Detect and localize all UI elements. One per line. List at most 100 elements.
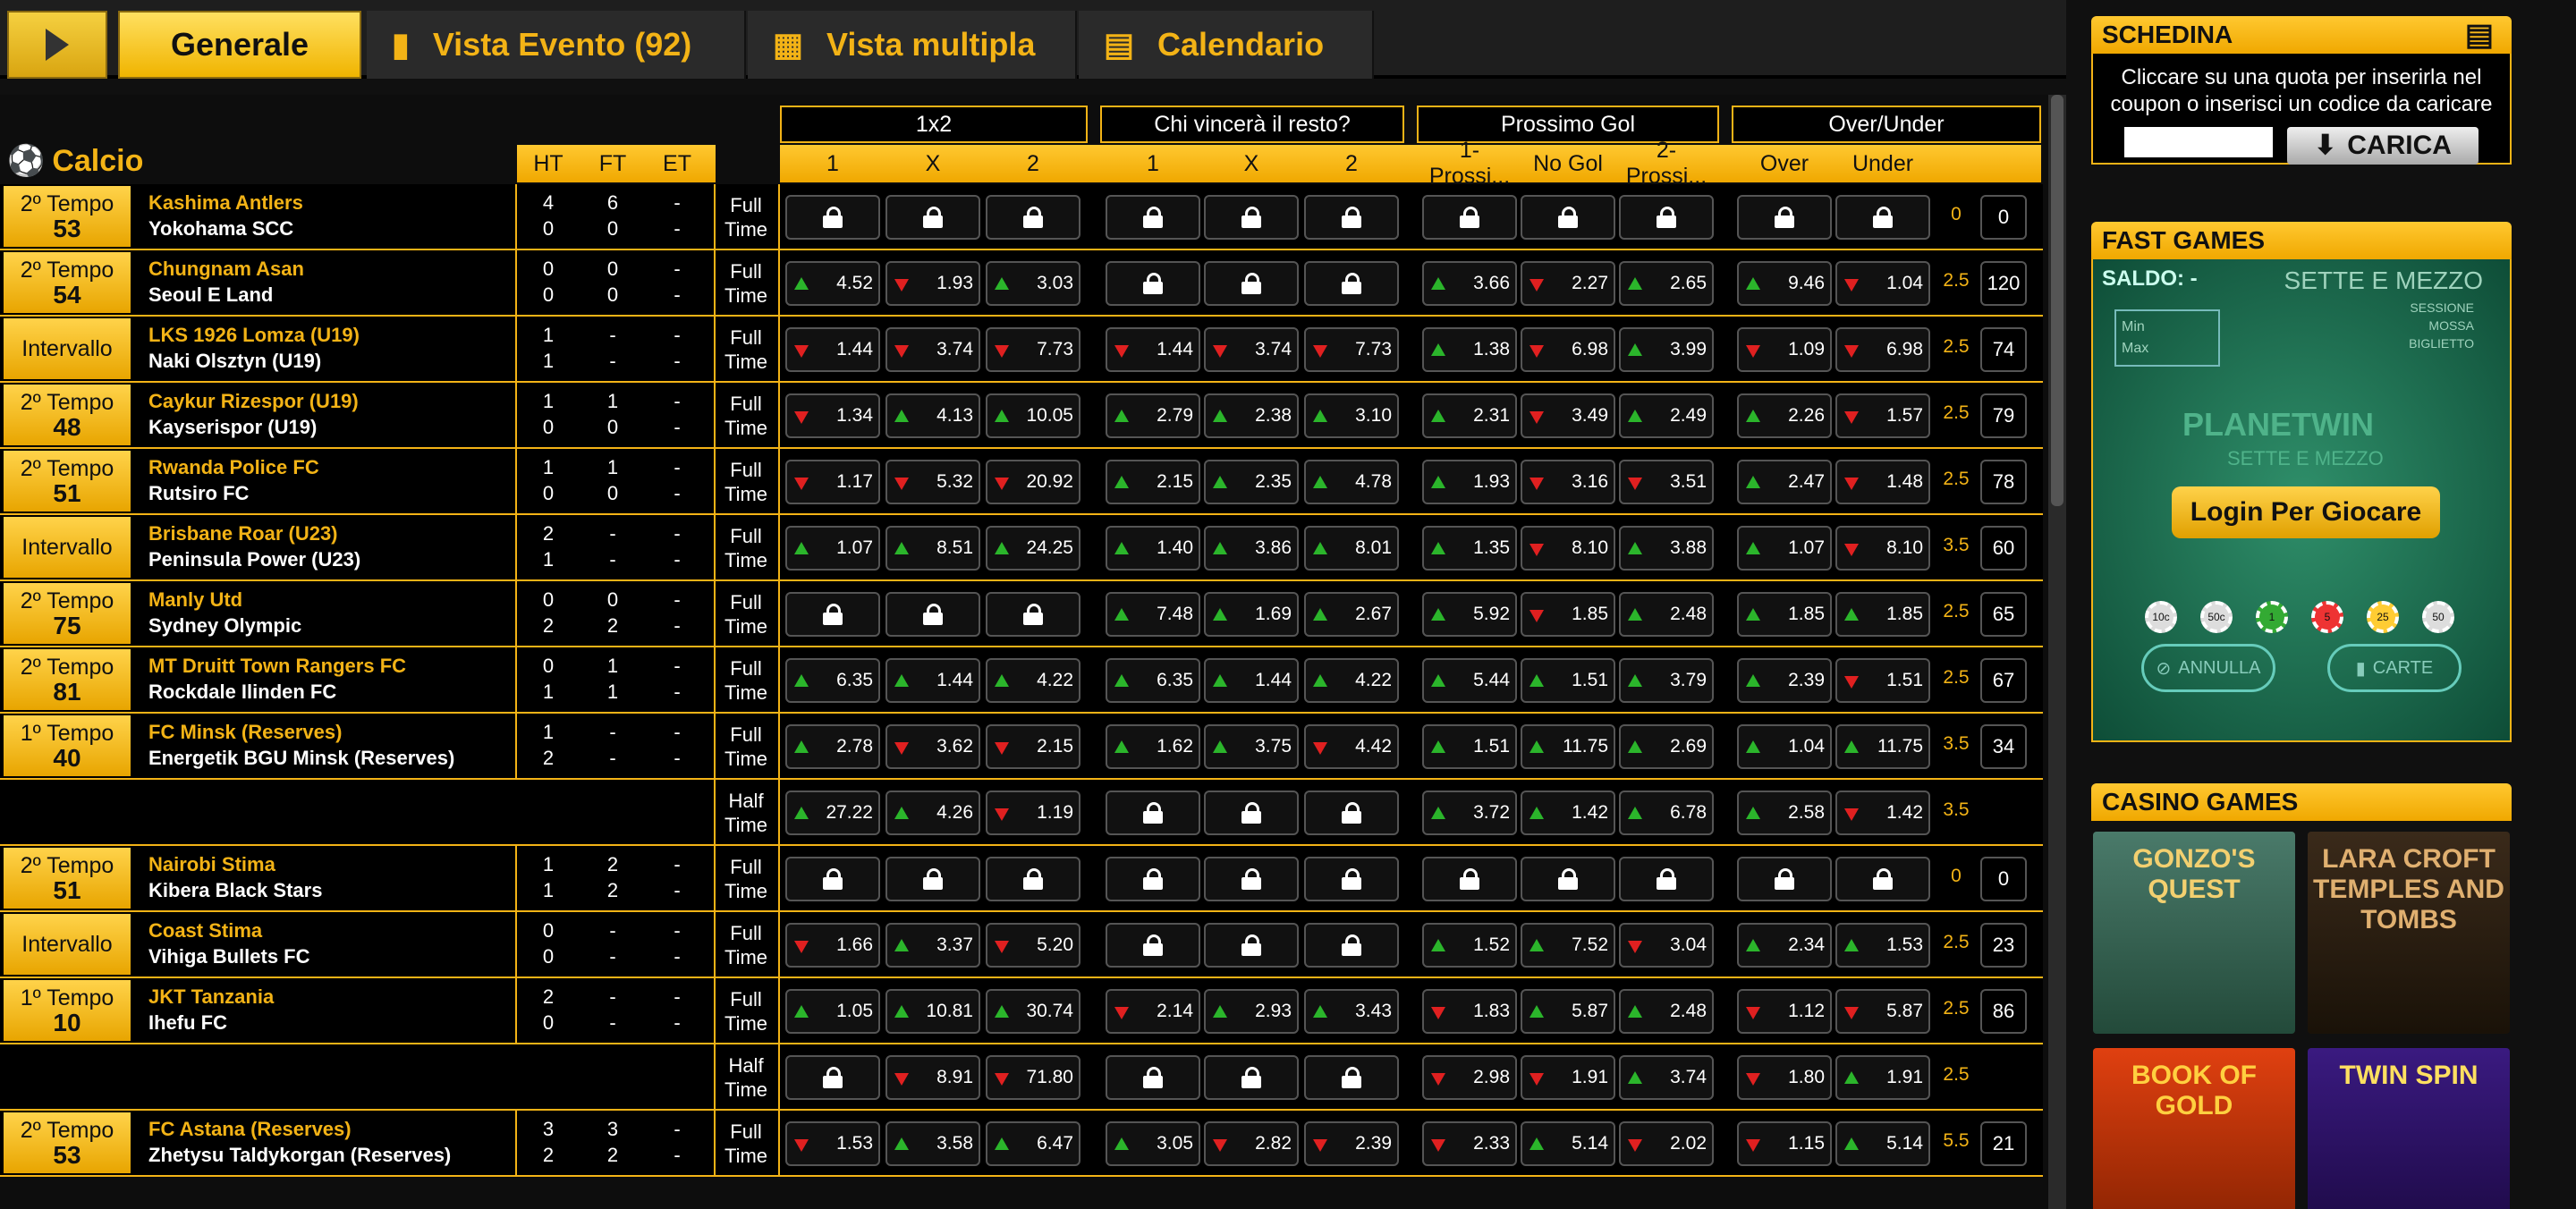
odd-button[interactable]: 11.75 bbox=[1521, 724, 1615, 769]
odd-button[interactable]: 3.72 bbox=[1422, 790, 1517, 835]
odd-button[interactable]: 1.42 bbox=[1521, 790, 1615, 835]
odd-button[interactable]: 1.69 bbox=[1204, 592, 1299, 637]
odd-button[interactable]: 2.39 bbox=[1737, 658, 1832, 703]
odd-button[interactable]: 7.48 bbox=[1106, 592, 1200, 637]
chip-4[interactable]: 25 bbox=[2367, 601, 2399, 633]
more-markets-button[interactable]: 34 bbox=[1980, 724, 2027, 769]
odd-button[interactable]: 2.15 bbox=[986, 724, 1080, 769]
odd-button[interactable]: 1.44 bbox=[785, 327, 880, 372]
odd-button[interactable]: 2.48 bbox=[1619, 989, 1714, 1034]
match-teams[interactable]: FC Astana (Reserves) Zhetysu Taldykorgan … bbox=[148, 1116, 451, 1168]
odd-button[interactable]: 2.27 bbox=[1521, 261, 1615, 306]
odd-button[interactable]: 6.35 bbox=[785, 658, 880, 703]
odd-button[interactable]: 1.85 bbox=[1835, 592, 1930, 637]
more-markets-button[interactable]: 0 bbox=[1980, 857, 2027, 901]
chip-2[interactable]: 1 bbox=[2256, 601, 2288, 633]
odd-button[interactable]: 3.04 bbox=[1619, 923, 1714, 968]
odd-button[interactable]: 8.10 bbox=[1521, 526, 1615, 571]
odd-button[interactable]: 2.15 bbox=[1106, 460, 1200, 504]
tab-vista-multipla[interactable]: ▦ Vista multipla bbox=[748, 11, 1077, 79]
more-markets-button[interactable]: 67 bbox=[1980, 658, 2027, 703]
odd-button[interactable]: 1.05 bbox=[785, 989, 880, 1034]
annulla-button[interactable]: ⊘ ANNULLA bbox=[2141, 644, 2275, 692]
odd-button[interactable]: 5.14 bbox=[1521, 1121, 1615, 1166]
odd-button[interactable]: 2.31 bbox=[1422, 393, 1517, 438]
odd-button[interactable]: 3.51 bbox=[1619, 460, 1714, 504]
chip-3[interactable]: 5 bbox=[2311, 601, 2343, 633]
odd-button[interactable]: 2.33 bbox=[1422, 1121, 1517, 1166]
odd-button[interactable]: 2.58 bbox=[1737, 790, 1832, 835]
odd-button[interactable]: 3.74 bbox=[1619, 1055, 1714, 1100]
match-teams[interactable]: JKT Tanzania Ihefu FC bbox=[148, 984, 274, 1036]
odd-button[interactable]: 3.79 bbox=[1619, 658, 1714, 703]
odd-button[interactable]: 2.65 bbox=[1619, 261, 1714, 306]
odd-button[interactable]: 2.49 bbox=[1619, 393, 1714, 438]
odd-button[interactable]: 8.10 bbox=[1835, 526, 1930, 571]
match-teams[interactable]: FC Minsk (Reserves) Energetik BGU Minsk (… bbox=[148, 719, 454, 771]
sette-e-mezzo-widget[interactable]: SALDO: - SETTE E MEZZO SESSIONE MOSSA BIGL… bbox=[2091, 259, 2512, 742]
odd-button[interactable]: 1.51 bbox=[1835, 658, 1930, 703]
odd-button[interactable]: 4.22 bbox=[986, 658, 1080, 703]
odd-button[interactable]: 2.93 bbox=[1204, 989, 1299, 1034]
chip-1[interactable]: 50c bbox=[2200, 601, 2233, 633]
odd-button[interactable]: 2.02 bbox=[1619, 1121, 1714, 1166]
odd-button[interactable]: 1.57 bbox=[1835, 393, 1930, 438]
odd-button[interactable]: 3.58 bbox=[886, 1121, 980, 1166]
odd-button[interactable]: 11.75 bbox=[1835, 724, 1930, 769]
odd-button[interactable]: 4.13 bbox=[886, 393, 980, 438]
odd-button[interactable]: 5.32 bbox=[886, 460, 980, 504]
more-markets-button[interactable]: 120 bbox=[1980, 261, 2027, 306]
more-markets-button[interactable]: 74 bbox=[1980, 327, 2027, 372]
odd-button[interactable]: 1.07 bbox=[1737, 526, 1832, 571]
odd-button[interactable]: 2.34 bbox=[1737, 923, 1832, 968]
odd-button[interactable]: 1.53 bbox=[785, 1121, 880, 1166]
odd-button[interactable]: 10.05 bbox=[986, 393, 1080, 438]
match-teams[interactable]: Chungnam Asan Seoul E Land bbox=[148, 256, 304, 308]
odd-button[interactable]: 4.78 bbox=[1304, 460, 1399, 504]
odd-button[interactable]: 27.22 bbox=[785, 790, 880, 835]
tab-generale[interactable]: Generale bbox=[118, 11, 361, 79]
odd-button[interactable]: 1.51 bbox=[1521, 658, 1615, 703]
match-teams[interactable]: Rwanda Police FC Rutsiro FC bbox=[148, 454, 319, 506]
odd-button[interactable]: 1.04 bbox=[1835, 261, 1930, 306]
odd-button[interactable]: 1.85 bbox=[1737, 592, 1832, 637]
odd-button[interactable]: 1.07 bbox=[785, 526, 880, 571]
odd-button[interactable]: 3.74 bbox=[886, 327, 980, 372]
odd-button[interactable]: 1.48 bbox=[1835, 460, 1930, 504]
odd-button[interactable]: 2.47 bbox=[1737, 460, 1832, 504]
odd-button[interactable]: 1.42 bbox=[1835, 790, 1930, 835]
login-per-giocare-button[interactable]: Login Per Giocare bbox=[2172, 486, 2440, 538]
game-lara-croft[interactable]: LARA CROFT TEMPLES AND TOMBS bbox=[2308, 832, 2510, 1034]
odd-button[interactable]: 1.53 bbox=[1835, 923, 1930, 968]
odd-button[interactable]: 5.92 bbox=[1422, 592, 1517, 637]
scroll-thumb[interactable] bbox=[2051, 95, 2063, 506]
chip-0[interactable]: 10c bbox=[2145, 601, 2177, 633]
odd-button[interactable]: 6.98 bbox=[1835, 327, 1930, 372]
match-teams[interactable]: Kashima Antlers Yokohama SCC bbox=[148, 190, 303, 241]
odd-button[interactable]: 2.39 bbox=[1304, 1121, 1399, 1166]
odd-button[interactable]: 6.78 bbox=[1619, 790, 1714, 835]
odd-button[interactable]: 2.38 bbox=[1204, 393, 1299, 438]
odd-button[interactable]: 1.85 bbox=[1521, 592, 1615, 637]
odd-button[interactable]: 4.52 bbox=[785, 261, 880, 306]
odd-button[interactable]: 3.99 bbox=[1619, 327, 1714, 372]
odd-button[interactable]: 1.52 bbox=[1422, 923, 1517, 968]
chip-5[interactable]: 50 bbox=[2422, 601, 2454, 633]
match-teams[interactable]: MT Druitt Town Rangers FC Rockdale Ilinde… bbox=[148, 653, 406, 705]
odd-button[interactable]: 5.87 bbox=[1521, 989, 1615, 1034]
match-teams[interactable]: Brisbane Roar (U23) Peninsula Power (U23) bbox=[148, 520, 360, 572]
tab-calendario[interactable]: ▤ Calendario bbox=[1079, 11, 1374, 79]
game-gonzos-quest[interactable]: GONZO'S QUEST bbox=[2093, 832, 2295, 1034]
more-markets-button[interactable]: 86 bbox=[1980, 989, 2027, 1034]
tab-vista-evento[interactable]: ▮ Vista Evento (92) bbox=[367, 11, 746, 79]
odd-button[interactable]: 3.49 bbox=[1521, 393, 1615, 438]
odd-button[interactable]: 2.98 bbox=[1422, 1055, 1517, 1100]
more-markets-button[interactable]: 0 bbox=[1980, 195, 2027, 240]
odd-button[interactable]: 5.44 bbox=[1422, 658, 1517, 703]
match-teams[interactable]: Coast Stima Vihiga Bullets FC bbox=[148, 917, 310, 969]
more-markets-button[interactable]: 78 bbox=[1980, 460, 2027, 504]
odd-button[interactable]: 1.15 bbox=[1737, 1121, 1832, 1166]
odd-button[interactable]: 1.09 bbox=[1737, 327, 1832, 372]
odd-button[interactable]: 1.40 bbox=[1106, 526, 1200, 571]
odd-button[interactable]: 8.91 bbox=[886, 1055, 980, 1100]
